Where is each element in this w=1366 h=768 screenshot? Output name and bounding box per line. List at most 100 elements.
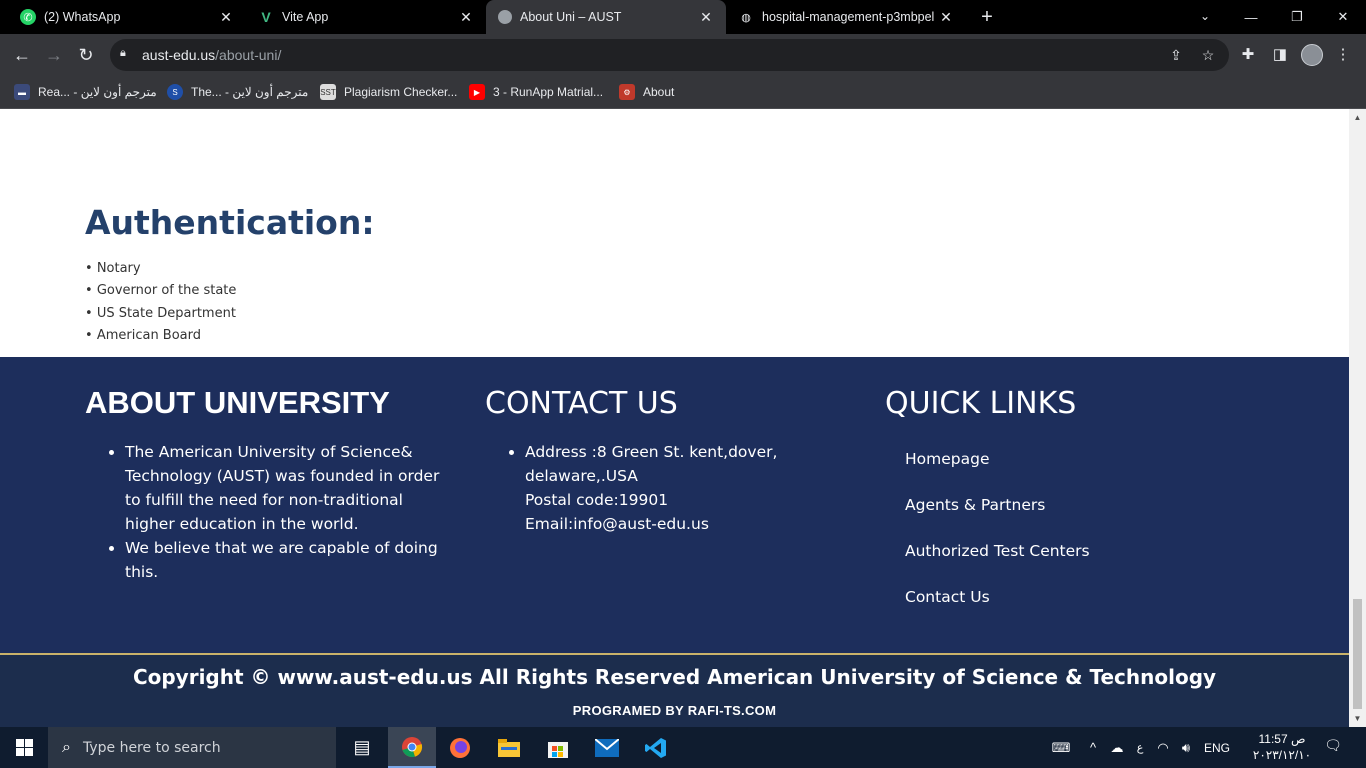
system-tray: ⌨ ^ ☁ ع ◠ 🔊︎ ENG [1048,727,1230,768]
reload-icon[interactable]: ↻ [73,42,99,68]
tab-search-icon[interactable]: ⌄ [1194,5,1216,27]
contact-address: Address :8 Green St. kent,dover, delawar… [525,443,778,485]
address-bar[interactable]: 🔒︎ aust-edu.us/about-uni/ ⇪ ☆ [110,39,1229,71]
clock-date: ٢٠٢٣/١٢/١٠ [1252,748,1312,762]
tab-whatsapp[interactable]: ✆ (2) WhatsApp ✕ [8,0,246,34]
profile-avatar[interactable] [1301,44,1323,66]
language-indicator[interactable]: ENG [1204,741,1230,755]
mail-icon[interactable] [583,727,631,768]
list-item: Governor of the state [85,280,237,302]
bookmark-favicon-icon: ⚙ [619,84,635,100]
tab-vite[interactable]: V Vite App ✕ [246,0,486,34]
list-item: We believe that we are capable of doing … [125,536,450,584]
copyright-text: Copyright © www.aust-edu.us All Rights R… [132,665,1217,689]
whatsapp-icon: ✆ [20,9,36,25]
tab-title: hospital-management-p3mbpel [762,10,935,24]
side-panel-icon[interactable]: ◨ [1270,45,1290,65]
bookmark-favicon-icon: S [167,84,183,100]
bookmark-label: About [643,85,675,99]
list-item: US State Department [85,303,236,325]
close-icon[interactable]: ✕ [218,9,234,26]
menu-icon[interactable]: ⋮ [1333,45,1353,65]
contact-email: Email:info@aust-edu.us [525,515,709,533]
tab-about-uni[interactable]: About Uni – AUST ✕ [486,0,726,34]
link-contact-us[interactable]: Contact Us [905,588,1090,634]
search-icon: ⌕ [62,738,71,756]
bookmark-favicon-icon: ▬ [14,84,30,100]
list-item: American Board [85,325,236,347]
bookmark-item[interactable]: ▬ Rea... - مترجم أون لاين [14,82,157,102]
contact-item: Address :8 Green St. kent,dover, delawar… [525,440,865,536]
bookmarks-bar: ▬ Rea... - مترجم أون لاين S The... - متر… [0,76,1366,109]
programmed-by-text: PROGRAMED BY RAFI-TS.COM [572,703,777,718]
back-icon[interactable]: ← [9,42,35,68]
bookmark-label: Rea... - مترجم أون لاين [38,85,157,99]
clock-time: 11:57 ص [1258,732,1306,746]
link-test-centers[interactable]: Authorized Test Centers [905,542,1090,588]
bookmark-item[interactable]: S The... - مترجم أون لاين [167,82,308,102]
site-footer: ABOUT UNIVERSITY The American University… [0,357,1349,653]
notifications-icon[interactable]: 🗨︎ [1322,737,1344,757]
youtube-icon: ▶ [469,84,485,100]
extensions-icon[interactable]: ✚ [1238,45,1258,65]
url-text: aust-edu.us/about-uni/ [142,47,281,63]
bookmark-favicon-icon: SST [320,84,336,100]
bookmark-label: 3 - RunApp Matrial... [493,85,604,99]
vite-icon: V [261,9,271,25]
window-controls: — ❐ ✕ [1228,0,1366,34]
contact-list: Address :8 Green St. kent,dover, delawar… [505,440,865,536]
microsoft-store-icon[interactable] [534,727,582,768]
tab-title: Vite App [282,10,329,24]
firefox-icon[interactable] [436,727,484,768]
page-scrollbar[interactable]: ▲ ▼ [1349,109,1366,727]
file-explorer-icon[interactable] [485,727,533,768]
taskbar-clock[interactable]: 11:57 ص ٢٠٢٣/١٢/١٠ [1252,731,1312,763]
search-placeholder: Type here to search [82,739,221,756]
taskbar-search[interactable]: ⌕ Type here to search [48,727,336,768]
windows-start-icon[interactable] [0,727,48,768]
link-homepage[interactable]: Homepage [905,450,1090,496]
bookmark-label: The... - مترجم أون لاين [191,85,309,99]
contact-postal: Postal code:19901 [525,491,669,509]
task-view-icon[interactable]: ▤ [338,727,386,768]
tab-hospital[interactable]: ◍ hospital-management-p3mbpel ✕ [726,0,966,34]
share-icon[interactable]: ⇪ [1167,46,1185,64]
bookmark-item[interactable]: SST Plagiarism Checker... [320,82,457,102]
list-item: Notary [85,258,236,280]
restore-icon[interactable]: ❐ [1274,0,1320,34]
close-icon[interactable]: ✕ [938,9,954,26]
tab-title: About Uni – AUST [520,10,622,24]
tab-strip: ✆ (2) WhatsApp ✕ V Vite App ✕ About Uni … [0,0,1366,34]
input-indicator-icon[interactable]: ع [1128,741,1152,754]
page-content: Authentication: Notary Governor of the s… [0,109,1349,727]
forward-icon[interactable]: → [41,42,67,68]
close-icon[interactable]: ✕ [458,9,474,26]
close-icon[interactable]: ✕ [698,9,714,26]
bookmark-star-icon[interactable]: ☆ [1199,46,1217,64]
bookmark-item[interactable]: ▶ 3 - RunApp Matrial... [469,82,603,102]
minimize-icon[interactable]: — [1228,0,1274,34]
quick-links-heading: QUICK LINKS [885,386,1077,421]
keyboard-icon[interactable]: ⌨ [1048,740,1074,756]
bookmark-label: Plagiarism Checker... [344,85,458,99]
new-tab-button[interactable]: + [975,5,999,29]
windows-taskbar: ⌕ Type here to search ▤ ⌨ ^ ☁ ع ◠ 🔊︎ ENG… [0,727,1366,768]
globe-icon [498,10,512,24]
scroll-up-icon[interactable]: ▲ [1349,109,1366,126]
close-window-icon[interactable]: ✕ [1320,0,1366,34]
vscode-icon[interactable] [632,727,680,768]
scroll-down-icon[interactable]: ▼ [1349,710,1366,727]
volume-icon[interactable]: 🔊︎ [1174,740,1198,756]
tab-title: (2) WhatsApp [44,10,121,24]
cloud-icon[interactable]: ☁ [1106,740,1128,756]
url-path: /about-uni/ [215,47,282,63]
show-hidden-icons-icon[interactable]: ^ [1080,740,1106,755]
link-agents-partners[interactable]: Agents & Partners [905,496,1090,542]
bookmark-item[interactable]: ⚙ About [619,82,674,102]
chrome-icon[interactable] [388,727,436,768]
scrollbar-thumb[interactable] [1353,599,1362,709]
authentication-list: Notary Governor of the state US State De… [85,258,237,347]
wifi-icon[interactable]: ◠ [1152,740,1174,756]
about-list: The American University of Science& Tech… [105,440,450,584]
about-heading: ABOUT UNIVERSITY [85,385,390,420]
